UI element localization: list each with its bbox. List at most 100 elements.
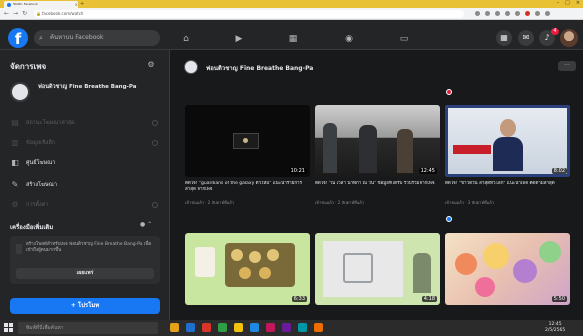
sidebar-item-insights[interactable]: ▥ ข้อมูลเชิงลึก <box>8 136 164 150</box>
notification-badge: 4 <box>551 28 559 35</box>
section-toggle-icon[interactable]: ● ⌃ <box>140 221 152 228</box>
taskbar-search[interactable]: พิมพ์ที่นี่เพื่อค้นหา <box>18 322 158 334</box>
menu-grid-icon[interactable]: ▦ <box>496 30 512 46</box>
facebook-topbar: f ⌕ ค้นหาบน Facebook ⌂ ▶ ▦ ◉ ▭ ▦ ✉ ♪ 4 <box>0 20 583 50</box>
watch-icon[interactable]: ▶ <box>233 33 245 45</box>
app-icon[interactable] <box>314 323 323 332</box>
taskbar-clock[interactable]: 12:45 2/5/2565 <box>545 322 565 334</box>
video-meta: เข้าชมแล้ว · 3 สัปดาห์ที่แล้ว <box>445 200 494 205</box>
url-text: facebook.com/watch <box>42 11 84 16</box>
video-still-dessert <box>455 253 477 275</box>
app-icon[interactable] <box>282 323 291 332</box>
menu-icon[interactable] <box>545 11 550 16</box>
url-field[interactable]: 🔒 facebook.com/watch <box>34 10 464 18</box>
sidebar-item-label: สร้างโฆษณา <box>26 182 57 188</box>
video-duration: 4:18 <box>421 296 437 302</box>
app-icon[interactable] <box>202 323 211 332</box>
phone-icon <box>16 244 22 254</box>
video-title[interactable]: ติดใจ! "guardians of the galaxy ตัวใหม่"… <box>185 181 310 199</box>
extension-icon[interactable] <box>525 11 530 16</box>
search-placeholder: ค้นหาบน Facebook <box>50 34 104 41</box>
video-duration: 10:21 <box>288 168 307 174</box>
app-icon[interactable] <box>186 323 195 332</box>
more-options-button[interactable]: ··· <box>558 61 576 71</box>
new-tab-button[interactable]: + <box>80 1 84 7</box>
video-news-banner <box>453 145 491 154</box>
video-duration: 12:45 <box>418 168 437 174</box>
video-thumbnail[interactable]: 10:21 <box>185 105 310 177</box>
video-still-person <box>397 129 413 173</box>
extension-icon[interactable] <box>515 11 520 16</box>
gear-icon: ⚙ <box>11 200 19 209</box>
facebook-logo-icon[interactable]: f <box>8 28 28 48</box>
video-thumbnail[interactable]: 8:02 <box>445 105 570 177</box>
extension-icons <box>475 11 550 16</box>
close-tab-icon[interactable]: × <box>75 2 78 7</box>
windows-start-icon[interactable] <box>4 323 13 332</box>
insights-icon: ▥ <box>11 138 19 147</box>
video-still-person <box>323 123 337 173</box>
megaphone-icon: ◧ <box>11 158 19 167</box>
page-header-name[interactable]: ฟอนดิวชาญ Fine Breathe Bang-Pa <box>206 63 313 73</box>
file-explorer-icon[interactable] <box>170 323 179 332</box>
profile-icon[interactable] <box>535 11 540 16</box>
video-still-food-item <box>231 249 243 261</box>
create-ad-icon: ✎ <box>11 180 19 189</box>
nav-buttons: ← → ↻ <box>4 10 27 18</box>
video-still-food-item <box>259 267 271 279</box>
marketplace-icon[interactable]: ▦ <box>287 33 299 45</box>
page-avatar[interactable] <box>184 60 198 74</box>
video-still-person <box>195 247 215 277</box>
video-title[interactable]: ติดใจ! "ณ เวลา นาฬิกา ณ วัน" ข้อมูลที่ได… <box>315 181 440 199</box>
groups-icon[interactable]: ◉ <box>343 33 355 45</box>
extension-icon[interactable] <box>475 11 480 16</box>
video-still-shape <box>343 253 373 283</box>
promote-button[interactable]: + โปรโมท <box>10 298 160 314</box>
extension-icon[interactable] <box>495 11 500 16</box>
live-indicator-icon <box>446 89 452 95</box>
close-window-button[interactable]: × <box>576 0 580 7</box>
video-thumbnail[interactable]: 12:45 <box>315 105 440 177</box>
video-thumbnail[interactable]: 4:18 <box>315 233 440 305</box>
extension-icon[interactable] <box>485 11 490 16</box>
app-icon[interactable] <box>250 323 259 332</box>
minimize-button[interactable]: – <box>557 0 560 7</box>
sidebar-page-switcher[interactable]: ฟอนดิวชาญ Fine Breathe Bang-Pa <box>10 80 160 106</box>
sidebar-item-recent-ads[interactable]: ▤ สถานะโฆษณาล่าสุด <box>8 116 164 130</box>
address-bar-row: ← → ↻ 🔒 facebook.com/watch <box>0 8 583 20</box>
sidebar-section-title: เครื่องมือเพิ่มเติม <box>10 224 54 231</box>
settings-icon[interactable]: ⚙ <box>146 60 156 70</box>
browser-tabstrip: ชมเพจ: Facebook × + – □ × <box>0 0 583 8</box>
manage-page-sidebar: จัดการเพจ ⚙ ฟอนดิวชาญ Fine Breathe Bang-… <box>0 50 170 320</box>
video-title[interactable]: ติดใจ! "ข่าวด่วน ล่าสุดทั่วโลก" แนะนำเพจ… <box>445 181 570 199</box>
browser-tab-title: ชมเพจ: Facebook <box>12 2 38 6</box>
chrome-icon[interactable] <box>234 323 243 332</box>
app-icon[interactable] <box>298 323 307 332</box>
browser-tab[interactable]: ชมเพจ: Facebook × <box>4 1 78 8</box>
extension-icon[interactable] <box>505 11 510 16</box>
video-thumbnail[interactable]: 5:50 <box>445 233 570 305</box>
sidebar-item-label: ศูนย์โฆษณา <box>26 160 56 166</box>
app-icon[interactable] <box>218 323 227 332</box>
video-still-dessert <box>475 277 495 297</box>
maximize-button[interactable]: □ <box>565 0 570 7</box>
sidebar-item-settings[interactable]: ⚙ การตั้งค่า <box>8 198 164 212</box>
video-thumbnail[interactable]: 6:33 <box>185 233 310 305</box>
forward-button[interactable]: → <box>13 10 18 18</box>
facebook-search-input[interactable]: ⌕ ค้นหาบน Facebook <box>34 30 160 46</box>
windows-taskbar: พิมพ์ที่นี่เพื่อค้นหา 12:45 2/5/2565 <box>0 320 583 336</box>
publish-button[interactable]: เผยแพร่ <box>16 268 154 279</box>
home-icon[interactable]: ⌂ <box>180 33 192 45</box>
app-icon[interactable] <box>266 323 275 332</box>
clock-date: 2/5/2565 <box>545 328 566 333</box>
sidebar-item-create-ad[interactable]: ✎ สร้างโฆษณา <box>8 178 164 192</box>
sidebar-item-ad-center[interactable]: ◧ ศูนย์โฆษณา <box>8 156 164 170</box>
messenger-icon[interactable]: ✉ <box>518 30 534 46</box>
video-still-dessert <box>483 243 509 269</box>
account-avatar[interactable] <box>560 29 578 47</box>
reload-button[interactable]: ↻ <box>22 10 27 18</box>
facebook-favicon-icon <box>7 2 11 7</box>
back-button[interactable]: ← <box>4 10 9 18</box>
video-meta: เข้าชมแล้ว · 2 สัปดาห์ที่แล้ว <box>315 200 364 205</box>
gaming-icon[interactable]: ▭ <box>398 33 410 45</box>
